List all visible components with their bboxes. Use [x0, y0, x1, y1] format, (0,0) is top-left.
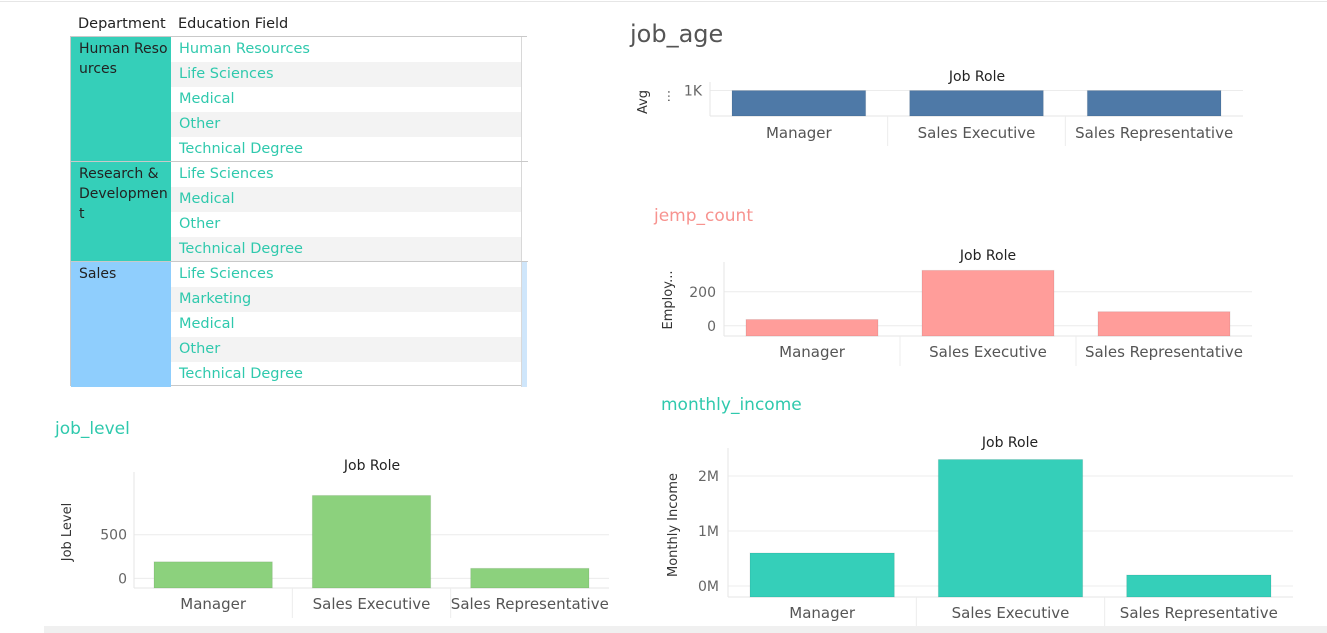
- bar-sales-executive[interactable]: [311, 494, 432, 589]
- bar-sales-representative[interactable]: [470, 567, 590, 589]
- job-level-chart[interactable]: Job Role 0 500 Manager Sales Executive Sales …: [0, 0, 1327, 633]
- y-tick-label: 500: [100, 528, 127, 544]
- category-label: Sales Representative: [451, 595, 609, 613]
- bar-manager[interactable]: [153, 561, 273, 589]
- chart-header: Job Role: [343, 458, 400, 474]
- y-axis-label: Job Level: [60, 503, 75, 563]
- category-label: Manager: [180, 595, 247, 613]
- y-tick-label: 0: [118, 571, 127, 587]
- category-label: Sales Executive: [313, 595, 431, 613]
- bottom-scrollbar[interactable]: [44, 626, 1327, 633]
